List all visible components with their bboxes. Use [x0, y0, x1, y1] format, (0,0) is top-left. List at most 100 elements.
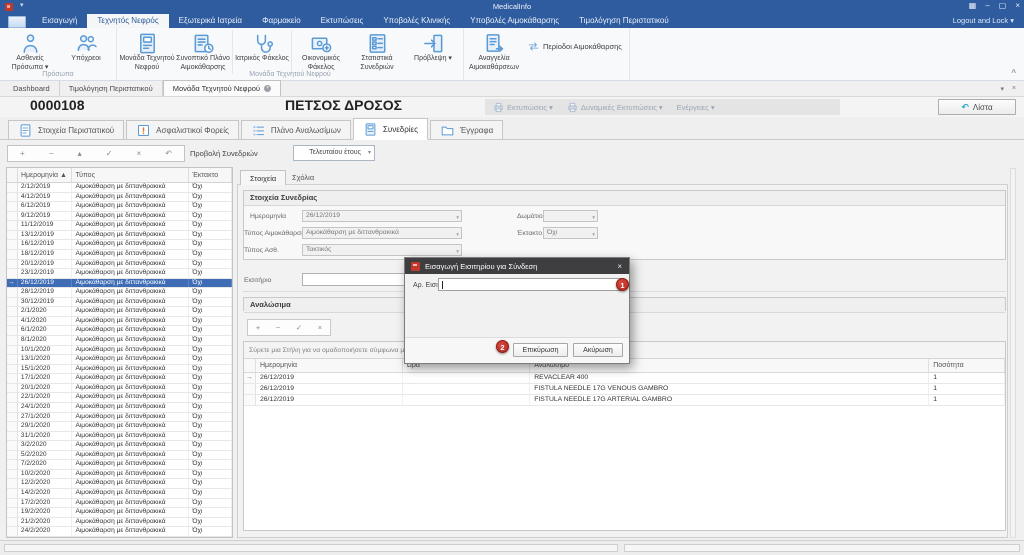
sub-tab-consumables-plan[interactable]: Πλάνο Αναλωσίμων — [241, 120, 351, 139]
ticket-number-input[interactable] — [438, 278, 622, 291]
confirm-button[interactable]: Επικύρωση — [513, 343, 568, 357]
consumables-check-button[interactable]: ✓ — [296, 323, 302, 332]
session-row[interactable]: 13/1/2020Αιμοκάθαρση με διττανθρακικάΌχι — [7, 355, 232, 365]
sessions-edit-button[interactable]: ▴ — [78, 149, 82, 158]
consumables-add-button[interactable]: + — [256, 323, 260, 332]
session-row[interactable]: 17/2/2020Αιμοκάθαρση με διττανθρακικάΌχι — [7, 499, 232, 509]
session-row[interactable]: 21/2/2020Αιμοκάθαρση με διττανθρακικάΌχι — [7, 518, 232, 528]
cons-column-header-1[interactable]: Ημερομηνία — [256, 359, 403, 372]
session-row[interactable]: 15/1/2020Αιμοκάθαρση με διττανθρακικάΌχι — [7, 365, 232, 375]
session-row[interactable]: 9/12/2019Αιμοκάθαρση με διττανθρακικάΌχι — [7, 212, 232, 222]
session-row[interactable]: 6/1/2020Αιμοκάθαρση με διττανθρακικάΌχι — [7, 326, 232, 336]
sub-tab-case-details[interactable]: Στοιχεία Περιστατικού — [8, 120, 124, 139]
details-tab-stoixeia[interactable]: Στοιχεία — [240, 170, 286, 185]
sessions-undo-button[interactable]: ↶ — [165, 149, 172, 158]
ribbon-collapse-icon[interactable]: ^ — [1011, 68, 1016, 77]
session-row[interactable]: 8/1/2020Αιμοκάθαρση με διττανθρακικάΌχι — [7, 336, 232, 346]
session-row[interactable]: 3/2/2020Αιμοκάθαρση με διττανθρακικάΌχι — [7, 441, 232, 451]
session-row[interactable]: 12/2/2020Αιμοκάθαρση με διττανθρακικάΌχι — [7, 479, 232, 489]
session-row[interactable]: 24/2/2020Αιμοκάθαρση με διττανθρακικάΌχι — [7, 527, 232, 537]
doc-tab-3[interactable]: Μονάδα Τεχνητού Νεφρού× — [163, 80, 281, 96]
menu-tab-4[interactable]: Φαρμακείο — [252, 14, 311, 28]
session-row[interactable]: 10/2/2020Αιμοκάθαρση με διττανθρακικάΌχι — [7, 470, 232, 480]
actions-menu[interactable]: Ενέργειες ▾ — [677, 103, 715, 112]
cancel-button[interactable]: Ακύρωση — [573, 343, 623, 357]
session-row[interactable]: 14/2/2020Αιμοκάθαρση με διττανθρακικάΌχι — [7, 489, 232, 499]
sessions-remove-button[interactable]: − — [49, 149, 54, 158]
menu-tab-1[interactable]: Εισαγωγή — [32, 14, 87, 28]
session-row[interactable]: 13/12/2019Αιμοκάθαρση με διττανθρακικάΌχ… — [7, 231, 232, 241]
menu-tab-3[interactable]: Εξωτερικά Ιατρεία — [169, 14, 252, 28]
list-button[interactable]: ↶ Λίστα — [938, 99, 1016, 115]
session-row[interactable]: 2/12/2019Αιμοκάθαρση με διττανθρακικάΌχι — [7, 183, 232, 193]
consumable-row[interactable]: 26/12/2019FISTULA NEEDLE 17G ARTERIAL GA… — [244, 395, 1005, 406]
column-header-2[interactable]: Τύπος — [72, 168, 189, 182]
sub-tab-sessions[interactable]: Συνεδρίες — [353, 118, 428, 140]
session-row[interactable]: 2/1/2020Αιμοκάθαρση με διττανθρακικάΌχι — [7, 307, 232, 317]
sessions-check-button[interactable]: ✓ — [106, 149, 113, 158]
vertical-scrollbar[interactable] — [1010, 168, 1016, 538]
sessions-cross-button[interactable]: × — [136, 149, 141, 158]
logout-button[interactable]: Logout and Lock ▾ — [953, 14, 1024, 28]
consumables-cross-button[interactable]: × — [318, 323, 322, 332]
menu-tab-5[interactable]: Εκτυπώσεις — [311, 14, 374, 28]
session-row[interactable]: 19/2/2020Αιμοκάθαρση με διττανθρακικάΌχι — [7, 508, 232, 518]
theme-button[interactable]: ▦ — [969, 1, 977, 10]
ribbon-item-forecast[interactable]: Πρόβλεψη ▾ — [405, 30, 461, 64]
tab-close-button[interactable]: × — [1012, 85, 1016, 92]
session-row[interactable]: 17/1/2020Αιμοκάθαρση με διττανθρακικάΌχι — [7, 374, 232, 384]
ribbon-item-dialysis-announcement[interactable]: Αναγγελία Αιμοκαθάρσεων — [466, 30, 522, 73]
ribbon-item-financial-file[interactable]: Οικονομικός Φάκελος — [293, 30, 349, 73]
ribbon-item-patients-persons[interactable]: Ασθενείς Πρόσωπα ▾ — [2, 30, 58, 73]
cons-column-header-4[interactable]: Ποσότητα — [929, 359, 1005, 372]
file-menu-icon[interactable] — [8, 16, 26, 28]
session-row[interactable]: 5/2/2020Αιμοκάθαρση με διττανθρακικάΌχι — [7, 451, 232, 461]
session-row[interactable]: 28/12/2019Αιμοκάθαρση με διττανθρακικάΌχ… — [7, 288, 232, 298]
details-tab-sxolia[interactable]: Σχόλια — [283, 170, 323, 185]
doc-tab-2[interactable]: Τιμολόγηση Περιστατικού — [60, 81, 163, 96]
ribbon-item-dialysis-summary-plan[interactable]: Συνοπτικό Πλάνο Αιμοκάθαρσης — [175, 30, 231, 73]
session-row[interactable]: 7/2/2020Αιμοκάθαρση με διττανθρακικάΌχι — [7, 460, 232, 470]
session-row[interactable]: 10/1/2020Αιμοκάθαρση με διττανθρακικάΌχι — [7, 346, 232, 356]
menu-tab-8[interactable]: Τιμολόγηση Περιστατικού — [569, 14, 679, 28]
menu-tab-2[interactable]: Τεχνητός Νεφρός — [87, 14, 168, 28]
session-row[interactable]: 18/12/2019Αιμοκάθαρση με διττανθρακικάΌχ… — [7, 250, 232, 260]
sub-tab-documents[interactable]: Έγγραφα — [430, 120, 503, 139]
session-row[interactable]: 20/12/2019Αιμοκάθαρση με διττανθρακικάΌχ… — [7, 260, 232, 270]
session-row[interactable]: 27/1/2020Αιμοκάθαρση με διττανθρακικάΌχι — [7, 413, 232, 423]
consumable-row[interactable]: →26/12/2019REVACLEAR 4001 — [244, 373, 1005, 384]
session-row[interactable]: 11/12/2019Αιμοκάθαρση με διττανθρακικάΌχ… — [7, 221, 232, 231]
session-row[interactable]: 31/1/2020Αιμοκάθαρση με διττανθρακικάΌχι — [7, 432, 232, 442]
sessions-view-select[interactable]: Τελευταίου έτους — [293, 145, 375, 161]
session-row[interactable]: 4/1/2020Αιμοκάθαρση με διττανθρακικάΌχι — [7, 317, 232, 327]
dialog-close-icon[interactable]: × — [610, 262, 629, 271]
ribbon-item-session-statistics[interactable]: Στατιστικά Συνεδριών — [349, 30, 405, 73]
session-row[interactable]: 4/12/2019Αιμοκάθαρση με διττανθρακικάΌχι — [7, 193, 232, 203]
tab-close-icon[interactable]: × — [264, 85, 271, 92]
ribbon-item-artificial-kidney-unit[interactable]: Μονάδα Τεχνητού Νεφρού — [119, 30, 175, 73]
column-header-1[interactable]: Ημερομηνία ▲ — [18, 168, 73, 182]
menu-tab-6[interactable]: Υποβολές Κλινικής — [373, 14, 460, 28]
menu-tab-7[interactable]: Υποβολές Αιμοκάθαρσης — [460, 14, 569, 28]
session-row[interactable]: 6/12/2019Αιμοκάθαρση με διττανθρακικάΌχι — [7, 202, 232, 212]
dynamic-prints-menu[interactable]: Δυναμικές Εκτυπώσεις ▾ — [567, 102, 663, 113]
restore-button[interactable]: ▢ — [999, 1, 1007, 10]
tab-scroll-caret-icon[interactable]: ▾ — [1000, 85, 1004, 93]
ribbon-item-medical-file[interactable]: Ιατρικός Φάκελος — [234, 30, 290, 64]
session-row[interactable]: 30/12/2019Αιμοκάθαρση με διττανθρακικάΌχ… — [7, 298, 232, 308]
ribbon-item-dialysis-periods[interactable]: Περίοδοι Αιμοκάθαρσης — [522, 40, 627, 53]
consumable-row[interactable]: 26/12/2019FISTULA NEEDLE 17G VENOUS GAMB… — [244, 384, 1005, 395]
close-button[interactable]: × — [1015, 1, 1020, 10]
consumables-remove-button[interactable]: − — [276, 323, 280, 332]
minimize-button[interactable]: – — [985, 1, 989, 10]
session-row[interactable]: 20/1/2020Αιμοκάθαρση με διττανθρακικάΌχι — [7, 384, 232, 394]
sessions-add-button[interactable]: + — [20, 149, 25, 158]
column-header-3[interactable]: Έκτακτο — [189, 168, 232, 182]
session-row[interactable]: 16/12/2019Αιμοκάθαρση με διττανθρακικάΌχ… — [7, 240, 232, 250]
session-row[interactable]: 23/12/2019Αιμοκάθαρση με διττανθρακικάΌχ… — [7, 269, 232, 279]
session-row[interactable]: →26/12/2019Αιμοκάθαρση με διττανθρακικάΌ… — [7, 279, 232, 289]
prints-menu[interactable]: Εκτυπώσεις ▾ — [493, 102, 553, 113]
sub-tab-insurance-carriers[interactable]: Ασφαλιστικοί Φορείς — [126, 120, 239, 139]
session-row[interactable]: 22/1/2020Αιμοκάθαρση με διττανθρακικάΌχι — [7, 393, 232, 403]
ribbon-item-obligors[interactable]: Υπόχρεοι — [58, 30, 114, 64]
